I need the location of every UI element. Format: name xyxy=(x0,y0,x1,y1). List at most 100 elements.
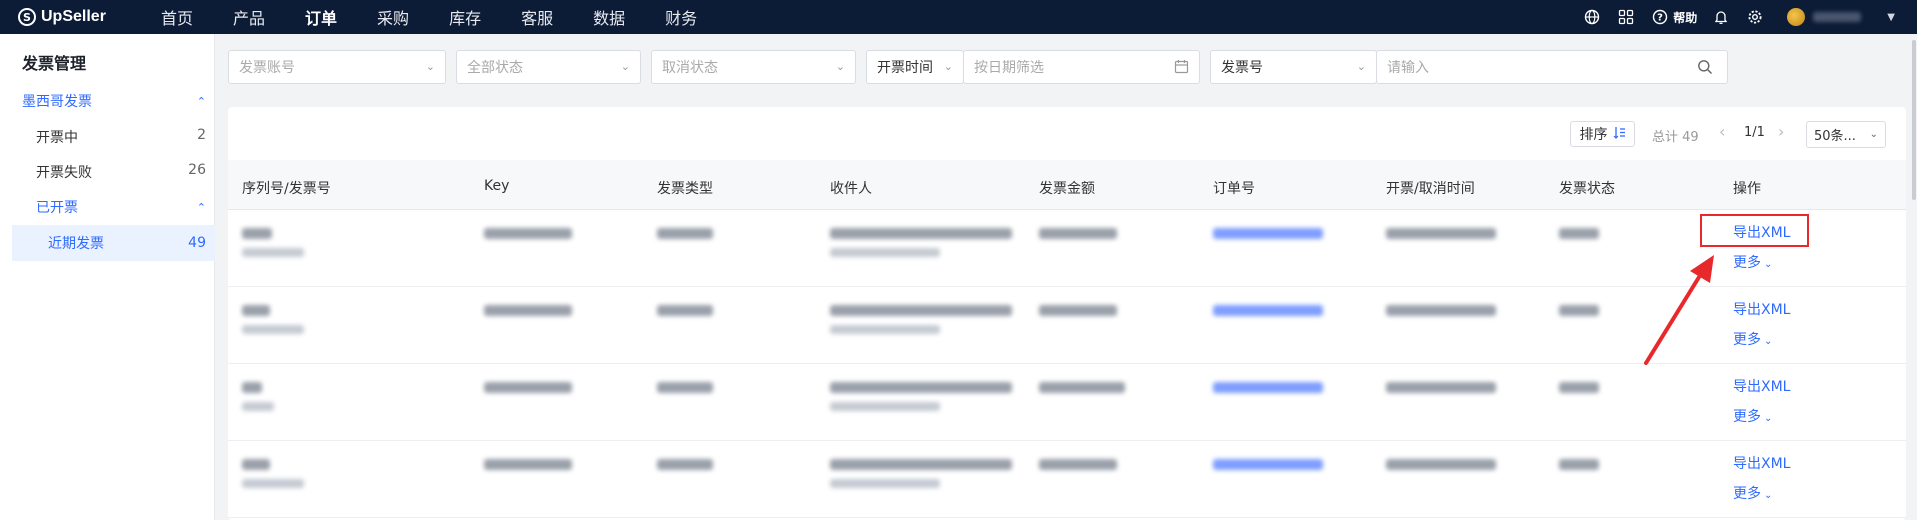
help-label: 帮助 xyxy=(1673,10,1698,25)
search-input[interactable]: 请输入 xyxy=(1376,50,1728,84)
more-label: 更多 xyxy=(1733,486,1761,502)
redacted-recipient-id xyxy=(830,325,940,334)
logo-text: UpSeller xyxy=(41,8,106,25)
redacted-recipient xyxy=(830,459,1012,470)
redacted-type xyxy=(657,459,713,470)
search-type-value: 发票号 xyxy=(1221,60,1263,76)
help-button[interactable]: ? 帮助 xyxy=(1650,7,1697,27)
sidebar-title: 发票管理 xyxy=(22,54,87,73)
more-label: 更多 xyxy=(1733,255,1761,271)
redacted-order-link[interactable] xyxy=(1213,228,1323,239)
sidebar-subgroup-issued[interactable]: 已开票 ⌃ xyxy=(36,197,210,217)
column-header-recipient: 收件人 xyxy=(830,181,872,197)
nav-item-data[interactable]: 数据 xyxy=(593,5,625,29)
bell-icon[interactable] xyxy=(1711,7,1731,27)
cancel-status-placeholder: 取消状态 xyxy=(662,60,718,76)
redacted-serial xyxy=(242,305,270,316)
chevron-down-icon: ⌄ xyxy=(1356,60,1366,73)
column-header-type: 发票类型 xyxy=(657,181,713,197)
sort-label: 排序 xyxy=(1579,127,1608,143)
redacted-time xyxy=(1386,459,1496,470)
gear-icon[interactable] xyxy=(1745,7,1765,27)
redacted-key xyxy=(484,382,572,393)
cancel-status-select[interactable]: 取消状态 ⌄ xyxy=(651,50,856,84)
redacted-order-link[interactable] xyxy=(1213,382,1323,393)
next-page-icon[interactable]: › xyxy=(1778,122,1784,141)
chevron-down-icon: ⌄ xyxy=(425,60,435,73)
redacted-status xyxy=(1559,459,1599,470)
calendar-icon xyxy=(1174,59,1189,78)
search-type-select[interactable]: 发票号 ⌄ xyxy=(1210,50,1377,84)
time-type-value: 开票时间 xyxy=(877,60,933,76)
account-select[interactable]: 发票账号 ⌄ xyxy=(228,50,446,84)
redacted-recipient xyxy=(830,228,1012,239)
apps-grid-icon[interactable] xyxy=(1616,7,1636,27)
redacted-key xyxy=(484,459,572,470)
svg-text:?: ? xyxy=(1657,13,1663,24)
chevron-down-icon: ⌄ xyxy=(1764,336,1773,347)
export-xml-link[interactable]: 导出XML xyxy=(1733,299,1790,319)
nav-item-finance[interactable]: 财务 xyxy=(665,5,697,29)
chevron-up-icon: ⌃ xyxy=(196,200,206,214)
sidebar-item-label: 近期发票 xyxy=(48,236,104,252)
page-indicator: 1/1 xyxy=(1744,125,1765,140)
column-header-time: 开票/取消时间 xyxy=(1386,181,1475,197)
redacted-type xyxy=(657,382,713,393)
chevron-down-icon: ⌄ xyxy=(943,60,953,73)
redacted-order-link[interactable] xyxy=(1213,305,1323,316)
prev-page-icon[interactable]: ‹ xyxy=(1719,122,1725,141)
per-page-select[interactable]: 50条... ⌄ xyxy=(1806,121,1886,148)
redacted-status xyxy=(1559,228,1599,239)
account-select-placeholder: 发票账号 xyxy=(239,60,295,76)
globe-icon[interactable] xyxy=(1582,7,1602,27)
date-filter-placeholder: 按日期筛选 xyxy=(974,60,1044,76)
per-page-value: 50条... xyxy=(1814,129,1856,144)
redacted-status xyxy=(1559,305,1599,316)
more-actions-dropdown[interactable]: 更多 ⌄ xyxy=(1733,329,1772,349)
redacted-key xyxy=(484,228,572,239)
redacted-amount xyxy=(1039,382,1125,393)
nav-item-purchase[interactable]: 采购 xyxy=(377,5,409,29)
user-menu[interactable]: ▼ xyxy=(1787,8,1895,26)
time-type-select[interactable]: 开票时间 ⌄ xyxy=(866,50,964,84)
redacted-recipient xyxy=(830,382,1012,393)
chevron-up-icon: ⌃ xyxy=(196,94,206,108)
column-header-order: 订单号 xyxy=(1213,181,1255,197)
date-filter-input[interactable]: 按日期筛选 xyxy=(963,50,1200,84)
sidebar-group-mexico[interactable]: 墨西哥发票 ⌃ xyxy=(22,90,210,112)
logo[interactable]: S UpSeller xyxy=(18,8,143,26)
sidebar-item-recent-invoices[interactable]: 近期发票 49 xyxy=(12,225,215,261)
table-row: 导出XML 更多 ⌄ xyxy=(228,364,1906,441)
export-xml-link[interactable]: 导出XML xyxy=(1733,453,1790,473)
redacted-type xyxy=(657,228,713,239)
sidebar-item-failed[interactable]: 开票失败 26 xyxy=(36,162,206,182)
scrollbar-thumb[interactable] xyxy=(1912,40,1916,200)
export-xml-link[interactable]: 导出XML xyxy=(1733,376,1790,396)
status-select[interactable]: 全部状态 ⌄ xyxy=(456,50,641,84)
redacted-amount xyxy=(1039,305,1117,316)
chevron-down-icon: ⌄ xyxy=(1764,413,1773,424)
avatar xyxy=(1787,8,1806,26)
nav-right: ? 帮助 ▼ xyxy=(1568,0,1895,34)
sidebar-item-issuing[interactable]: 开票中 2 xyxy=(36,127,206,147)
more-actions-dropdown[interactable]: 更多 ⌄ xyxy=(1733,252,1772,272)
nav-menu: 首页 产品 订单 采购 库存 客服 数据 财务 xyxy=(161,5,737,29)
nav-item-products[interactable]: 产品 xyxy=(233,5,265,29)
search-icon[interactable] xyxy=(1697,59,1713,79)
sidebar-item-count: 2 xyxy=(197,127,206,143)
sidebar-group-label: 墨西哥发票 xyxy=(22,94,92,110)
redacted-order-link[interactable] xyxy=(1213,459,1323,470)
nav-item-inventory[interactable]: 库存 xyxy=(449,5,481,29)
annotation-arrow-icon xyxy=(1644,255,1714,365)
more-actions-dropdown[interactable]: 更多 ⌄ xyxy=(1733,483,1772,503)
sort-icon xyxy=(1613,126,1626,143)
sort-button[interactable]: 排序 xyxy=(1570,121,1635,147)
nav-item-orders[interactable]: 订单 xyxy=(305,5,337,29)
more-actions-dropdown[interactable]: 更多 ⌄ xyxy=(1733,406,1772,426)
sidebar: 发票管理 墨西哥发票 ⌃ 开票中 2 开票失败 26 已开票 ⌃ 近期发票 49 xyxy=(0,34,215,520)
column-header-serial: 序列号/发票号 xyxy=(242,181,331,197)
nav-item-home[interactable]: 首页 xyxy=(161,5,193,29)
redacted-type xyxy=(657,305,713,316)
nav-item-service[interactable]: 客服 xyxy=(521,5,553,29)
sidebar-item-label: 开票中 xyxy=(36,130,78,146)
